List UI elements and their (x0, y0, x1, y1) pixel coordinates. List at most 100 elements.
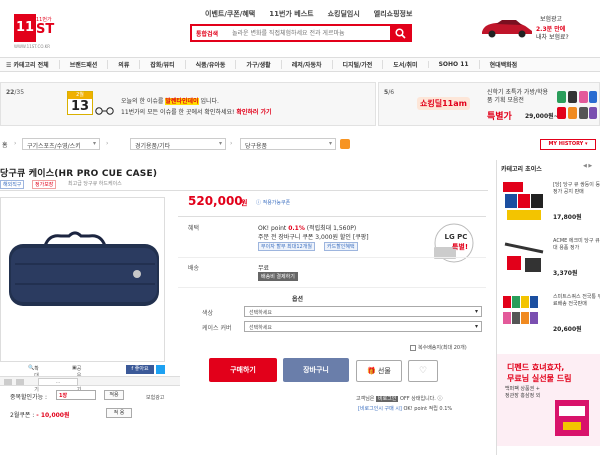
lg-pc-ad[interactable]: LG PC 특별! (426, 223, 478, 265)
recommend-item[interactable]: 스미트스쿼스 전국통 무료배송 전국판매 20,600원 (501, 290, 600, 336)
category-item[interactable]: SOHO 11 (427, 61, 479, 68)
divider (178, 287, 486, 288)
login-status-line: 고객님은 비로그인 OFF 상태입니다. ⓘ (356, 395, 442, 402)
share-button[interactable]: ▣ 공유하기 (72, 365, 81, 393)
car-image (482, 20, 532, 38)
enlarge-button[interactable]: 🔍 확대보기 (28, 365, 39, 393)
checkbox-icon (410, 344, 416, 351)
shocking-deal-logo: 쇼킹딜11am (417, 97, 470, 110)
category-item[interactable]: 브랜드패션 (58, 60, 108, 69)
benefit-label: 혜택 (188, 225, 200, 232)
buy-button[interactable]: 구매하기 (209, 358, 277, 382)
facebook-like-button[interactable]: f 좋아요 (126, 365, 154, 374)
shipping-value: 무료 (258, 265, 270, 272)
cart-button[interactable]: 장바구니 (283, 358, 349, 382)
promo-link[interactable]: 확인하러 가기 (236, 109, 271, 116)
coupon-apply-button-1[interactable]: 적용 (104, 390, 124, 400)
lg-special-text: 특별! (452, 242, 468, 251)
promo-line1-prefix: 오늘의 한 이슈를 (121, 98, 164, 105)
login-status-tag: 비로그인 (376, 396, 399, 402)
coupon-apply-button-2[interactable]: 적 용 (106, 408, 132, 418)
okpoint-max: (적립최대 1,560P) (306, 225, 357, 232)
gift-icon: 🎁 (367, 367, 376, 375)
login-status-suffix: OFF 상태입니다. ⓘ (400, 396, 443, 402)
search-button[interactable] (390, 24, 412, 42)
promo-deal-price: 29,000원~ (525, 113, 559, 120)
category-all[interactable]: ☰ 카테고리 전체 (0, 60, 59, 69)
installment-tag[interactable]: 무이자 할부 최대12개월 (258, 242, 315, 251)
promo-total: 35 (16, 89, 25, 96)
category-item[interactable]: 잡화/뷰티 (139, 60, 184, 69)
thumb-item[interactable] (16, 379, 24, 385)
breadcrumb-level-2[interactable]: 경기용품/기타 (130, 138, 226, 150)
search-category[interactable]: 통합검색 (196, 29, 218, 38)
twitter-icon[interactable] (156, 365, 165, 374)
chevron-right-icon: › (106, 140, 109, 147)
coupon-row2-label: 2월쿠폰 : (10, 412, 35, 419)
promo-issue-banner[interactable]: 22/35 2월 13 오늘의 한 이슈를 발렌타인데이 입니다. 11번가의 … (0, 82, 376, 126)
search-input[interactable] (232, 27, 382, 39)
category-item[interactable]: 현대백화점 (478, 60, 528, 69)
like-button[interactable]: ♡ (408, 360, 438, 382)
recommend-item[interactable]: ACME 에크미 당구 큐 대 용품 정가 3,370원 (501, 234, 600, 280)
category-item[interactable]: 가구/생활 (235, 60, 280, 69)
option-cover-select[interactable]: 선택하세요 (244, 321, 482, 332)
promo-deal-counter: 5/6 (384, 89, 395, 96)
promo-line-1: 오늘의 한 이슈를 발렌타인데이 입니다. (121, 96, 219, 105)
thumb-prev[interactable] (4, 379, 12, 385)
cue-case-image (9, 231, 159, 306)
ad-label: 보험광고 (540, 16, 563, 23)
gift-label: 선물 (377, 367, 391, 375)
recommend-item[interactable]: [당] 당구 큐 쌍둥이 등 정가 공지 판매 17,800원 (501, 178, 600, 224)
ad-label: 보험광고 (146, 395, 165, 401)
applicable-coupon-link[interactable]: ⓘ 적용가능쿠폰 (256, 199, 290, 206)
price-unit: 원 (241, 199, 248, 207)
right-ad-banner[interactable]: 디펜드 효녀효자, 무료님 실선물 드림 백퍼팩 상품권 + 정관장 홍삼정 외 (497, 354, 600, 446)
category-item[interactable]: 디지털/가전 (331, 60, 383, 69)
option-color-select[interactable]: 선택하세요 (244, 306, 482, 317)
site-logo[interactable]: 11 11번가 ST WWW.11ST.CO.KR (14, 14, 72, 50)
nav-shocking[interactable]: 쇼킹딜임시 (328, 9, 360, 19)
gift-set-image (555, 400, 589, 436)
category-item[interactable]: 식품/유아동 (184, 60, 236, 69)
logo-st-text: ST (36, 22, 55, 37)
multi-address-checkbox[interactable]: 복수배송지(최대 20개) (410, 344, 467, 351)
coupon-count-field[interactable]: 1장 (56, 390, 96, 400)
okpoint-condition[interactable]: [비로그인시 구매 시] (358, 406, 402, 412)
promo-deal-text: 신학기 초특가 가방/학용품 기획 모음전 (487, 89, 549, 104)
gift-button[interactable]: 🎁 선물 (356, 360, 402, 382)
right-ad-sub: 백퍼팩 상품권 + 정관장 홍삼정 외 (505, 386, 540, 400)
breadcrumb-level-3[interactable]: 당구용품 (240, 138, 336, 150)
promo-deal-banner[interactable]: 5/6 쇼킹딜11am 신학기 초특가 가방/학용품 기획 모음전 특별가 29… (378, 82, 600, 126)
nav-best[interactable]: 11번가 베스트 (269, 9, 313, 19)
category-all-label: 카테고리 전체 (13, 62, 49, 69)
right-ad-line-1: 디펜드 효녀효자, (507, 363, 565, 372)
breadcrumb-home[interactable]: 홈 (2, 140, 8, 149)
card-discount-tag[interactable]: 카드할인혜택 (324, 242, 358, 251)
product-image[interactable] (0, 197, 165, 362)
search-icon (395, 28, 406, 39)
product-thumbnail (501, 234, 547, 280)
category-choice-panel: 카테고리 초이스 ◀ ▶ [당] 당구 큐 쌍둥이 등 정가 공지 판매 17,… (496, 160, 600, 455)
thumb-more[interactable]: ... (38, 378, 78, 386)
divider (0, 190, 488, 191)
nav-events[interactable]: 이벤트/쿠폰/혜택 (205, 9, 255, 19)
top-ad-banner[interactable]: 보험광고 2.3분 만에 내차 보험료? (478, 6, 598, 46)
right-ad-sub-2: 정관장 홍삼정 외 (505, 393, 541, 399)
logo-url: WWW.11ST.CO.KR (14, 44, 50, 49)
breadcrumb-level-1[interactable]: 구기스포츠/수영/스키 (22, 138, 100, 150)
benefit-line-2: 주문 전 장바구니 쿠폰 3,000원 할인 [쿠팡] (258, 234, 369, 241)
nav-elli[interactable]: 엘리쇼핑정보 (374, 9, 413, 19)
my-history-button[interactable]: MY HISTORY ▾ (540, 139, 596, 150)
product-info-box: 혜택 OK! point 0.1% (적립최대 1,560P) 주문 전 장바구… (178, 216, 486, 351)
calendar-month: 2월 (68, 92, 92, 99)
panel-nav-arrows[interactable]: ◀ ▶ (583, 163, 592, 169)
category-item[interactable]: 도서/취미 (382, 60, 427, 69)
product-price: 520,000 (188, 194, 243, 208)
recommend-item-price: 3,370원 (553, 270, 578, 277)
shipping-pay-button[interactable]: 배송비 결제하기 (258, 272, 298, 281)
logo-mark: 11 (14, 14, 36, 42)
rss-icon[interactable] (340, 139, 350, 149)
category-item[interactable]: 레저/자동차 (280, 60, 332, 69)
category-item[interactable]: 의류 (107, 60, 139, 69)
